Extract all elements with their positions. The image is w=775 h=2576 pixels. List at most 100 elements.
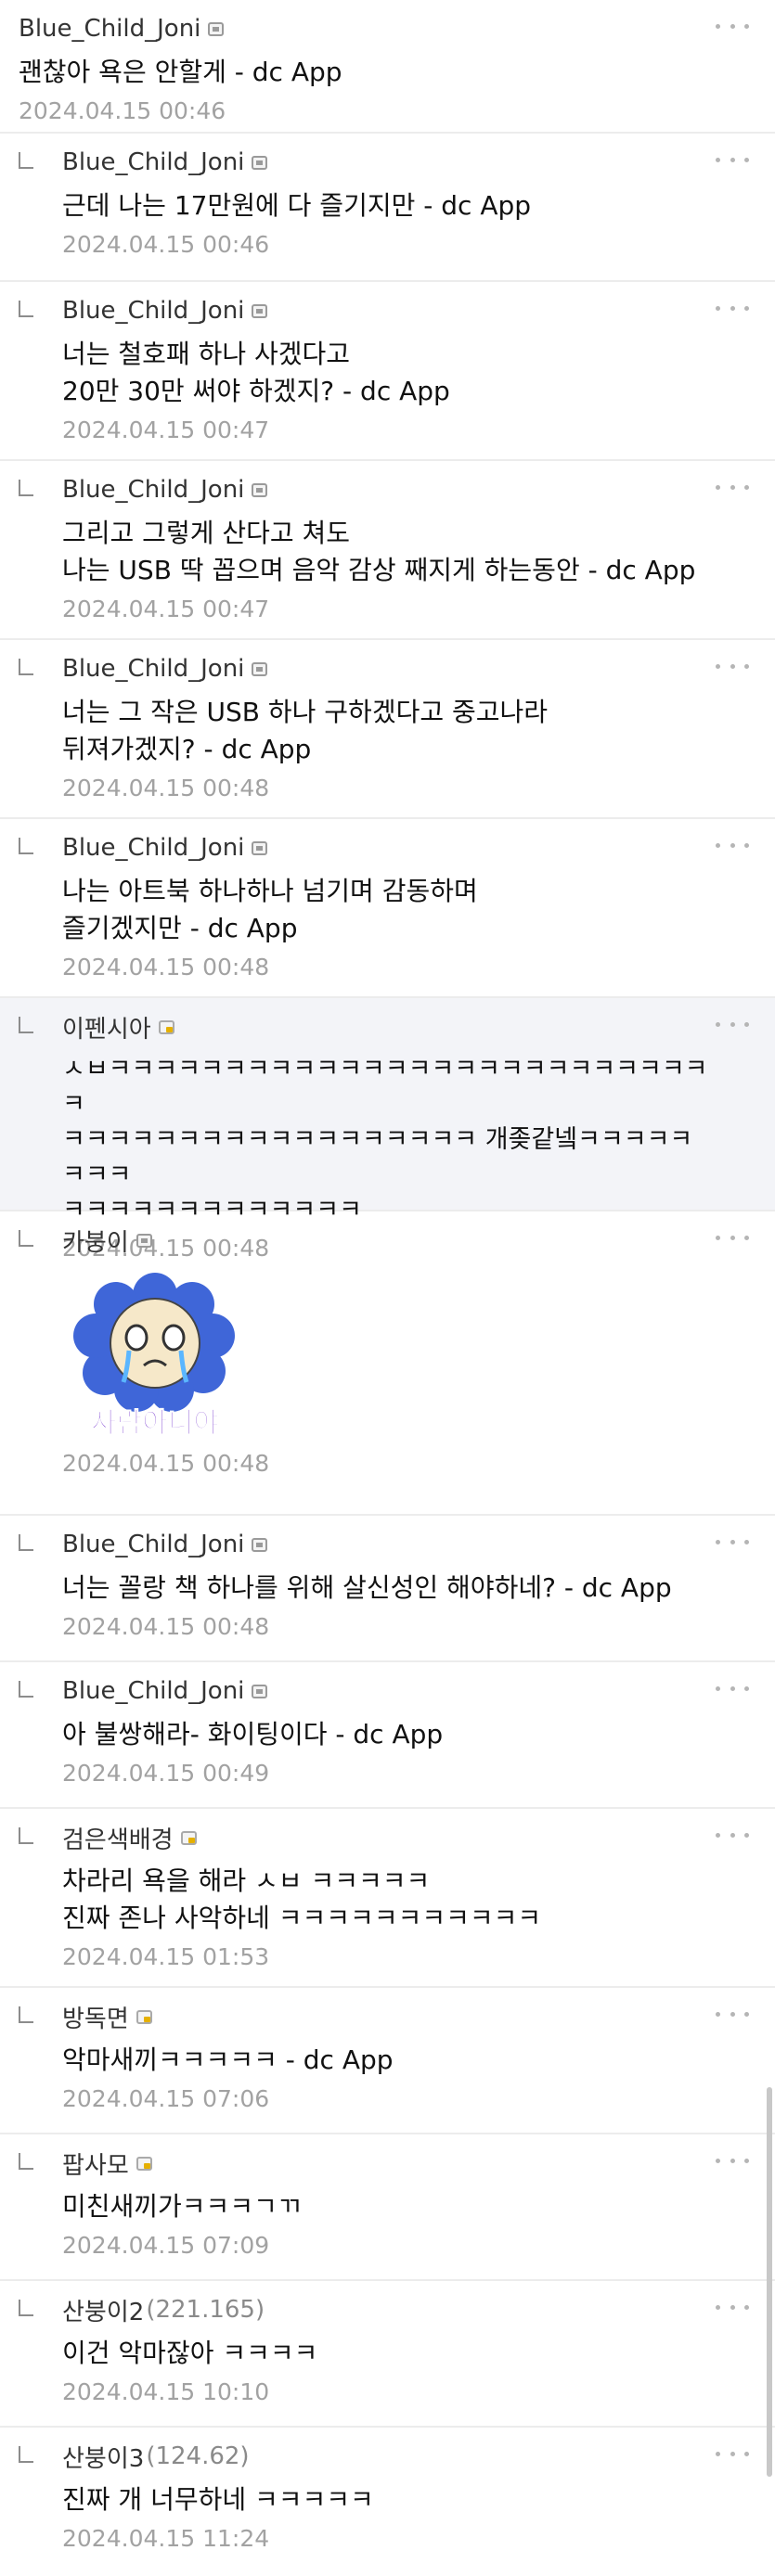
comment-item: Blue_Child_Joni 너는 꼴랑 책 하나를 위해 살신성인 해야하네… [0, 1516, 775, 1662]
reply-arrow-icon [19, 838, 33, 854]
more-dots-icon[interactable] [716, 1681, 749, 1696]
comment-date: 2024.04.15 00:48 [62, 954, 270, 980]
more-dots-icon[interactable] [716, 480, 749, 494]
more-dots-icon[interactable] [716, 152, 749, 167]
more-dots-icon[interactable] [716, 838, 749, 852]
comment-date: 2024.04.15 00:48 [62, 775, 270, 801]
user-badge-icon [136, 2156, 152, 2171]
comment-list: Blue_Child_Joni 괜찮아 욕은 안할게 - dc App 2024… [0, 0, 775, 2576]
reply-arrow-icon [19, 659, 33, 675]
comment-author-row: 카붕이 [62, 1224, 710, 1258]
comment-text: 악마새끼ㅋㅋㅋㅋㅋ - dc App [62, 2044, 394, 2075]
comment-item: 방독면 악마새끼ㅋㅋㅋㅋㅋ - dc App 2024.04.15 07:06 [0, 1988, 775, 2134]
more-dots-icon[interactable] [716, 2446, 749, 2461]
comment-date: 2024.04.15 00:48 [62, 1450, 270, 1477]
comment-author[interactable]: 산붕이3 [62, 2440, 144, 2474]
comment-author[interactable]: 산붕이2 [62, 2293, 144, 2327]
comment-author-row: 검은색배경 [62, 1821, 710, 1855]
reply-arrow-icon [19, 1827, 33, 1844]
user-badge-icon [252, 1537, 268, 1552]
comment-author[interactable]: Blue_Child_Joni [62, 476, 244, 504]
user-badge-icon [252, 303, 268, 318]
comment-author[interactable]: 카붕이 [62, 1224, 129, 1258]
user-badge-icon [208, 21, 225, 36]
user-badge-icon [136, 1233, 152, 1248]
sticker-image[interactable]: 사람아니야 [62, 1269, 248, 1441]
reply-arrow-icon [19, 301, 33, 317]
user-badge-icon [252, 155, 268, 170]
more-dots-icon[interactable] [716, 1827, 749, 1842]
comment-author[interactable]: Blue_Child_Joni [62, 834, 244, 862]
more-dots-icon[interactable] [716, 1230, 749, 1245]
comment-item: Blue_Child_Joni 너는 그 작은 USB 하나 구하겠다고 중고나… [0, 640, 775, 819]
comment-ip: (221.165) [146, 2296, 265, 2324]
more-dots-icon[interactable] [716, 659, 749, 673]
more-dots-icon[interactable] [716, 1534, 749, 1549]
user-badge-icon [252, 1684, 268, 1698]
comment-text: 나는 아트북 하나하나 넘기며 감동하며 즐기겠지만 - dc App [62, 876, 478, 943]
comment-author[interactable]: Blue_Child_Joni [62, 655, 244, 683]
comment-author[interactable]: Blue_Child_Joni [62, 297, 244, 325]
comment-ip: (124.62) [146, 2442, 250, 2470]
comment-author[interactable]: Blue_Child_Joni [62, 1531, 244, 1558]
comment-author-row: Blue_Child_Joni [62, 653, 710, 685]
reply-arrow-icon [19, 152, 33, 169]
comment-author-row: 팝사모 [62, 2147, 710, 2181]
comment-text: 이건 악마잖아 ㅋㅋㅋㅋ [62, 2338, 318, 2368]
comment-author-row: 산붕이3 (124.62) [62, 2440, 710, 2474]
user-badge-icon [158, 1019, 174, 1034]
comment-date: 2024.04.15 00:47 [62, 417, 270, 443]
comment-item: Blue_Child_Joni 나는 아트북 하나하나 넘기며 감동하며 즐기겠… [0, 819, 775, 998]
comment-author[interactable]: 팝사모 [62, 2147, 129, 2181]
comment-author[interactable]: 이펜시아 [62, 1010, 151, 1044]
comment-date: 2024.04.15 07:09 [62, 2232, 270, 2259]
comment-date: 2024.04.15 00:46 [19, 97, 226, 124]
comment-author[interactable]: Blue_Child_Joni [19, 15, 200, 43]
comment-author[interactable]: Blue_Child_Joni [62, 148, 244, 176]
more-dots-icon[interactable] [716, 2153, 749, 2168]
reply-arrow-icon [19, 1681, 33, 1698]
more-dots-icon[interactable] [716, 301, 749, 315]
reply-arrow-icon [19, 2153, 33, 2170]
comment-text: 괜찮아 욕은 안할게 - dc App [19, 57, 342, 87]
more-dots-icon[interactable] [716, 2300, 749, 2314]
comment-item: Blue_Child_Joni 근데 나는 17만원에 다 즐기지만 - dc … [0, 134, 775, 282]
comment-author-row: Blue_Child_Joni [62, 147, 710, 178]
comment-date: 2024.04.15 00:46 [62, 231, 270, 258]
comment-date: 2024.04.15 01:53 [62, 1943, 270, 1970]
comment-text: 진짜 개 너무하네 ㅋㅋㅋㅋㅋ [62, 2484, 374, 2515]
comment-date: 2024.04.15 11:24 [62, 2525, 270, 2552]
comment-author-row: Blue_Child_Joni [62, 1675, 710, 1707]
more-dots-icon[interactable] [716, 19, 749, 33]
user-badge-icon [136, 2009, 152, 2024]
user-badge-icon [252, 482, 268, 497]
reply-arrow-icon [19, 1230, 33, 1247]
comment-date: 2024.04.15 10:10 [62, 2378, 270, 2405]
more-dots-icon[interactable] [716, 2006, 749, 2021]
reply-arrow-icon [19, 2300, 33, 2316]
comment-author[interactable]: 방독면 [62, 2000, 129, 2034]
comment-text: 그리고 그렇게 산다고 쳐도 나는 USB 딱 꼽으며 음악 감상 째지게 하는… [62, 518, 696, 585]
comment-text: 아 불쌍해라- 화이팅이다 - dc App [62, 1719, 444, 1749]
more-dots-icon[interactable] [716, 1017, 749, 1032]
reply-arrow-icon [19, 2006, 33, 2023]
comment-author[interactable]: 검은색배경 [62, 1821, 174, 1855]
comment-author-row: Blue_Child_Joni [62, 295, 710, 327]
comment-author-row: Blue_Child_Joni [19, 13, 710, 45]
scrollbar[interactable] [767, 2087, 772, 2477]
comment-item: 카붕이 사람아니야 2024.04.15 00:48 [0, 1211, 775, 1516]
reply-arrow-icon [19, 1017, 33, 1033]
comment-item: Blue_Child_Joni 아 불쌍해라- 화이팅이다 - dc App 2… [0, 1662, 775, 1809]
comment-text: 미친새끼가ㅋㅋㅋㄱㄲ [62, 2191, 302, 2222]
comment-author-row: Blue_Child_Joni [62, 474, 710, 506]
comment-text: 너는 그 작은 USB 하나 구하겠다고 중고나라 뒤져가겠지? - dc Ap… [62, 697, 549, 764]
comment-item-highlighted: 이펜시아 ㅅㅂㅋㅋㅋㅋㅋㅋㅋㅋㅋㅋㅋㅋㅋㅋㅋㅋㅋㅋㅋㅋㅋㅋㅋㅋㅋㅋㅋ ㅋㅋㅋㅋㅋ… [0, 998, 775, 1262]
comment-item: 팝사모 미친새끼가ㅋㅋㅋㄱㄲ 2024.04.15 07:09 [0, 2134, 775, 2281]
comment-date: 2024.04.15 07:06 [62, 2085, 270, 2112]
crying-flower-sticker: 사람아니야 [73, 1273, 235, 1441]
comment-text: ㅅㅂㅋㅋㅋㅋㅋㅋㅋㅋㅋㅋㅋㅋㅋㅋㅋㅋㅋㅋㅋㅋㅋㅋㅋㅋㅋㅋㅋ ㅋㅋㅋㅋㅋㅋㅋㅋㅋㅋ… [62, 1055, 708, 1224]
comment-author[interactable]: Blue_Child_Joni [62, 1677, 244, 1705]
comment-author-row: 방독면 [62, 2000, 710, 2034]
comment-item: 산붕이2 (221.165) 이건 악마잖아 ㅋㅋㅋㅋ 2024.04.15 1… [0, 2281, 775, 2428]
comment-date: 2024.04.15 00:48 [62, 1613, 270, 1640]
